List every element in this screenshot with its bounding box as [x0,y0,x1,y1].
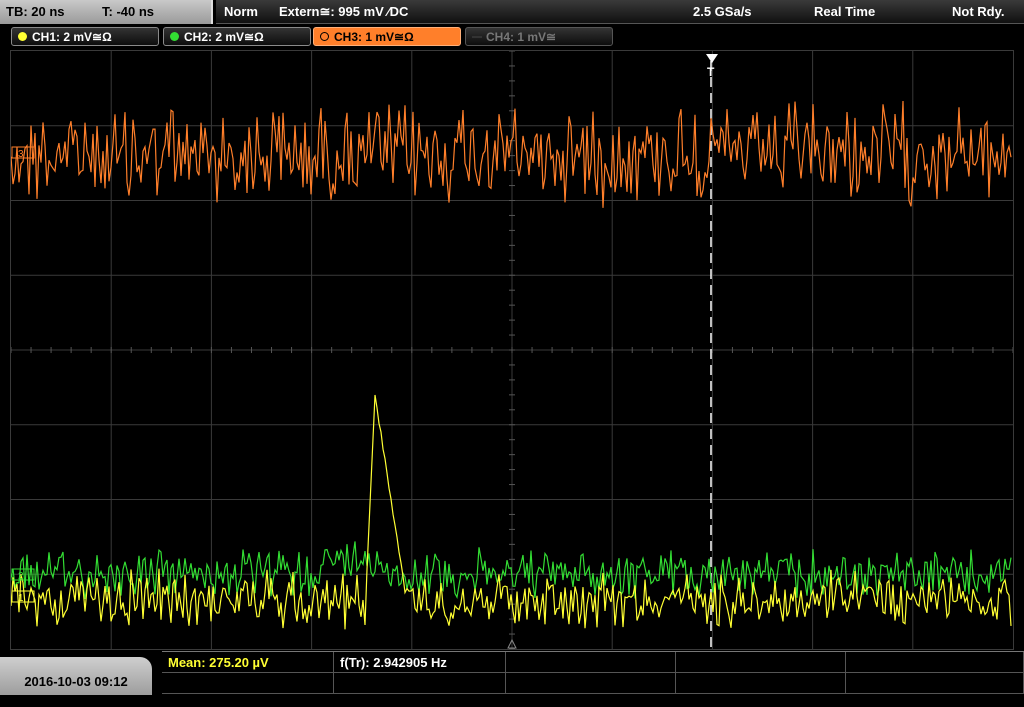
trigger-offset-label: T: -40 ns [102,4,154,19]
channel-2-button[interactable]: CH2: 2 mV≅Ω [163,27,311,46]
sample-rate-label: 2.5 GSa/s [693,4,752,19]
ch3-dot-icon [320,32,329,41]
measurement-slot-9[interactable] [676,673,846,694]
channel-bar: CH1: 2 mV≅Ω CH2: 2 mV≅Ω CH3: 1 mV≅Ω CH4:… [0,25,1024,49]
timebase-label: TB: 20 ns [6,4,65,19]
waveform-display[interactable]: T 3 2 1 [10,50,1014,650]
acquisition-mode-label: Real Time [814,4,875,19]
measurement-trigger-frequency[interactable]: f(Tr): 2.942905 Hz [334,652,506,673]
measurement-panel: 2016-10-03 09:12 Mean: 275.20 µV f(Tr): … [0,651,1024,695]
ch2-marker-label: 2 [18,571,24,582]
ch4-dash-icon [472,36,482,38]
ch2-waveform [11,541,1011,599]
ch1-level-marker[interactable]: 1 [12,591,34,604]
ch1-marker-label: 1 [18,593,24,604]
measurement-slot-10[interactable] [846,673,1024,694]
datetime-label: 2016-10-03 09:12 [24,674,127,689]
datetime-panel[interactable]: 2016-10-03 09:12 [0,657,152,695]
measurement-slot-6[interactable] [162,673,334,694]
channel-2-label: CH2: 2 mV≅Ω [184,30,264,44]
top-status-bar: TB: 20 ns T: -40 ns Norm Extern≅: 995 mV… [0,0,1024,24]
channel-3-button[interactable]: CH3: 1 mV≅Ω [313,27,461,46]
channel-1-button[interactable]: CH1: 2 mV≅Ω [11,27,159,46]
ch3-waveform [11,101,1011,208]
measurement-slot-3[interactable] [506,652,676,673]
trigger-mode-label: Norm [224,4,258,19]
measurement-slot-5[interactable] [846,652,1024,673]
measurement-table[interactable]: Mean: 275.20 µV f(Tr): 2.942905 Hz [162,651,1024,696]
measurement-slot-8[interactable] [506,673,676,694]
acquisition-status-bar[interactable]: Norm Extern≅: 995 mV ⁄DC 2.5 GSa/s Real … [216,0,1024,24]
ch3-marker-label: 3 [18,149,24,160]
waveform-canvas: T 3 2 1 [11,51,1013,649]
trigger-marker-icon[interactable]: T [706,54,718,79]
trigger-source-label: Extern≅: 995 mV ⁄DC [279,4,408,20]
channel-4-label: CH4: 1 mV≅ [486,30,556,44]
measurement-slot-7[interactable] [334,673,506,694]
channel-3-label: CH3: 1 mV≅Ω [334,30,414,44]
measurement-slot-4[interactable] [676,652,846,673]
ch1-waveform [11,395,1011,629]
trigger-marker-label: T [707,65,715,79]
ch1-dot-icon [18,32,27,41]
channel-1-label: CH1: 2 mV≅Ω [32,30,112,44]
ch2-dot-icon [170,32,179,41]
measurement-mean[interactable]: Mean: 275.20 µV [162,652,334,673]
run-state-label: Not Rdy. [952,4,1004,19]
channel-4-button[interactable]: CH4: 1 mV≅ [465,27,613,46]
timebase-panel[interactable]: TB: 20 ns T: -40 ns [0,0,213,24]
